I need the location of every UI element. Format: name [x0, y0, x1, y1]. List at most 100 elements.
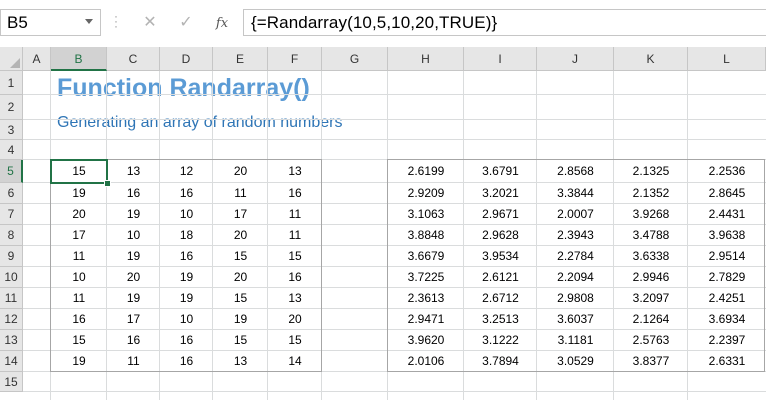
integer-array-cell[interactable]: 13: [268, 288, 322, 309]
decimal-array-cell[interactable]: 3.6679: [388, 246, 464, 267]
integer-array-cell[interactable]: 11: [268, 204, 322, 225]
integer-array-cell[interactable]: 19: [51, 183, 107, 204]
integer-array-cell[interactable]: 10: [160, 204, 213, 225]
integer-array-cell[interactable]: 20: [213, 225, 268, 246]
row-header-11[interactable]: 11: [0, 288, 23, 309]
decimal-array-cell[interactable]: 2.5763: [614, 330, 688, 351]
integer-array-cell[interactable]: 11: [51, 246, 107, 267]
decimal-array-cell[interactable]: 2.0106: [388, 351, 464, 372]
integer-array-cell[interactable]: 19: [160, 267, 213, 288]
integer-array-cell[interactable]: 10: [107, 225, 160, 246]
row-header-7[interactable]: 7: [0, 204, 23, 225]
decimal-array-cell[interactable]: 2.8568: [537, 160, 614, 183]
integer-array-cell[interactable]: 16: [268, 267, 322, 288]
decimal-array-cell[interactable]: 2.9209: [388, 183, 464, 204]
integer-array-cell[interactable]: 13: [107, 160, 160, 183]
integer-array-cell[interactable]: 16: [107, 183, 160, 204]
decimal-array-cell[interactable]: 2.9808: [537, 288, 614, 309]
decimal-array-cell[interactable]: 3.1063: [388, 204, 464, 225]
decimal-array-cell[interactable]: 2.9946: [614, 267, 688, 288]
integer-array-cell[interactable]: 20: [268, 309, 322, 330]
decimal-array-cell[interactable]: 3.9620: [388, 330, 464, 351]
column-header-l[interactable]: L: [688, 47, 766, 71]
column-header-d[interactable]: D: [160, 47, 213, 71]
integer-array-cell[interactable]: 10: [160, 309, 213, 330]
decimal-array-cell[interactable]: 3.9638: [688, 225, 766, 246]
integer-array-cell[interactable]: 16: [51, 309, 107, 330]
integer-array-cell[interactable]: 14: [268, 351, 322, 372]
row-header-14[interactable]: 14: [0, 351, 23, 372]
enter-button[interactable]: ✓: [172, 10, 200, 36]
decimal-array-cell[interactable]: 3.2021: [464, 183, 537, 204]
integer-array-cell[interactable]: 19: [160, 288, 213, 309]
column-header-c[interactable]: C: [107, 47, 160, 71]
decimal-array-cell[interactable]: 3.6934: [688, 309, 766, 330]
integer-array-cell[interactable]: 15: [213, 330, 268, 351]
insert-function-button[interactable]: fx: [208, 10, 236, 36]
integer-array-cell[interactable]: 16: [160, 330, 213, 351]
decimal-array-cell[interactable]: 2.1352: [614, 183, 688, 204]
row-header-4[interactable]: 4: [0, 140, 23, 160]
integer-array-cell[interactable]: 10: [51, 267, 107, 288]
column-header-i[interactable]: I: [464, 47, 537, 71]
decimal-array-cell[interactable]: 3.7225: [388, 267, 464, 288]
decimal-array-cell[interactable]: 2.4251: [688, 288, 766, 309]
integer-array-cell[interactable]: 11: [51, 288, 107, 309]
column-header-g[interactable]: G: [322, 47, 388, 71]
formula-input[interactable]: {=Randarray(10,5,10,20,TRUE)}: [243, 9, 766, 36]
row-header-1[interactable]: 1: [0, 71, 23, 95]
row-header-3[interactable]: 3: [0, 120, 23, 140]
decimal-array-cell[interactable]: 2.1264: [614, 309, 688, 330]
integer-array-cell[interactable]: 13: [213, 351, 268, 372]
integer-array-cell[interactable]: 19: [51, 351, 107, 372]
row-header-13[interactable]: 13: [0, 330, 23, 351]
sheet-subtitle[interactable]: Generating an array of random numbers: [57, 114, 342, 132]
decimal-array-cell[interactable]: 2.2536: [688, 160, 766, 183]
column-header-a[interactable]: A: [23, 47, 51, 71]
decimal-array-cell[interactable]: 2.2784: [537, 246, 614, 267]
decimal-array-cell[interactable]: 2.3943: [537, 225, 614, 246]
decimal-array-cell[interactable]: 2.6199: [388, 160, 464, 183]
decimal-array-cell[interactable]: 3.6037: [537, 309, 614, 330]
column-header-k[interactable]: K: [614, 47, 688, 71]
chevron-down-icon[interactable]: [85, 19, 93, 24]
decimal-array-cell[interactable]: 3.9534: [464, 246, 537, 267]
decimal-array-cell[interactable]: 3.2513: [464, 309, 537, 330]
integer-array-cell[interactable]: 19: [107, 204, 160, 225]
decimal-array-cell[interactable]: 2.9671: [464, 204, 537, 225]
row-header-5[interactable]: 5: [0, 160, 23, 183]
decimal-array-cell[interactable]: 3.1222: [464, 330, 537, 351]
integer-array-cell[interactable]: 20: [213, 267, 268, 288]
decimal-array-cell[interactable]: 2.4431: [688, 204, 766, 225]
decimal-array-cell[interactable]: 2.6712: [464, 288, 537, 309]
decimal-array-cell[interactable]: 3.6338: [614, 246, 688, 267]
integer-array-cell[interactable]: 16: [160, 246, 213, 267]
decimal-array-cell[interactable]: 3.4788: [614, 225, 688, 246]
integer-array-cell[interactable]: 20: [107, 267, 160, 288]
integer-array-cell[interactable]: 16: [160, 183, 213, 204]
integer-array-cell[interactable]: 15: [51, 160, 107, 183]
decimal-array-cell[interactable]: 2.7829: [688, 267, 766, 288]
integer-array-cell[interactable]: 13: [268, 160, 322, 183]
decimal-array-cell[interactable]: 2.2397: [688, 330, 766, 351]
integer-array-cell[interactable]: 20: [51, 204, 107, 225]
decimal-array-cell[interactable]: 2.9628: [464, 225, 537, 246]
decimal-array-cell[interactable]: 3.2097: [614, 288, 688, 309]
spreadsheet-grid[interactable]: Function Randarray() Generating an array…: [0, 47, 766, 400]
decimal-array-cell[interactable]: 3.0529: [537, 351, 614, 372]
decimal-array-cell[interactable]: 3.9268: [614, 204, 688, 225]
integer-array-cell[interactable]: 20: [213, 160, 268, 183]
select-all-button[interactable]: [0, 47, 23, 71]
fill-handle[interactable]: [104, 180, 111, 187]
integer-array-cell[interactable]: 11: [213, 183, 268, 204]
row-header-8[interactable]: 8: [0, 225, 23, 246]
sheet-title[interactable]: Function Randarray(): [57, 74, 310, 103]
integer-array-cell[interactable]: 17: [107, 309, 160, 330]
integer-array-cell[interactable]: 11: [107, 351, 160, 372]
column-header-j[interactable]: J: [537, 47, 614, 71]
row-header-2[interactable]: 2: [0, 95, 23, 120]
decimal-array-cell[interactable]: 2.8645: [688, 183, 766, 204]
integer-array-cell[interactable]: 18: [160, 225, 213, 246]
decimal-array-cell[interactable]: 3.1181: [537, 330, 614, 351]
integer-array-cell[interactable]: 15: [268, 330, 322, 351]
